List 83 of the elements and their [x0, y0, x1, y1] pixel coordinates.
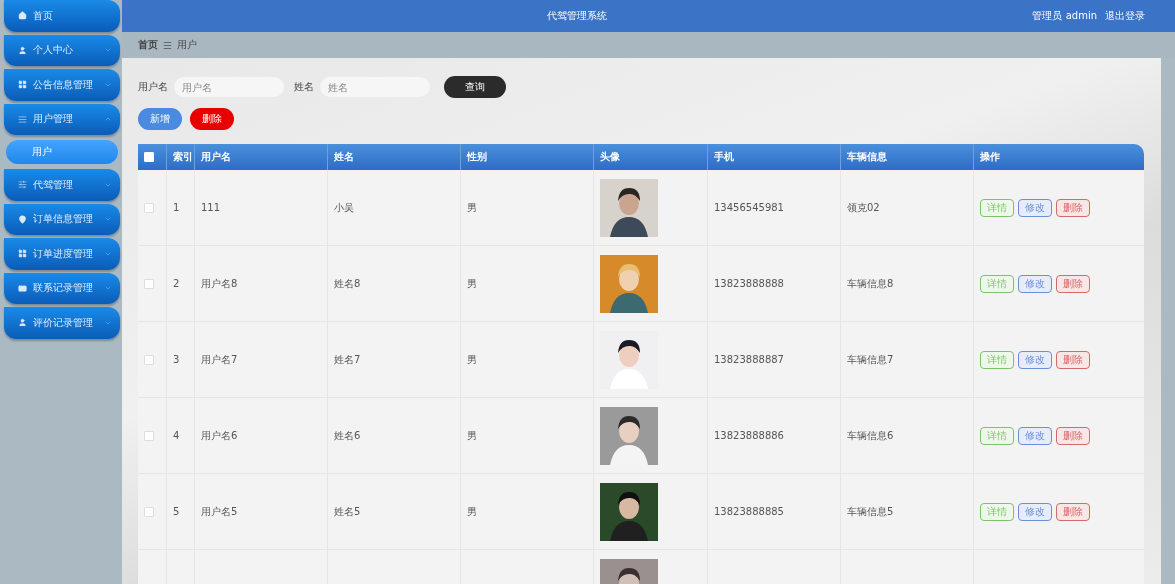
row-action-button[interactable]: 删除 [1056, 198, 1090, 217]
row-action-button[interactable]: 详情 [980, 502, 1014, 521]
table-cell: 姓名5 [334, 504, 361, 519]
user-label: 管理员 admin [1032, 9, 1097, 23]
table-cell: 车辆信息6 [847, 428, 894, 443]
menu-icon [18, 283, 27, 293]
app-title: 代驾管理系统 [546, 9, 609, 23]
table-cell: 男 [467, 352, 477, 367]
table-cell: 车辆信息5 [847, 504, 894, 519]
breadcrumb-separator: ☰ [163, 39, 172, 51]
breadcrumb-home[interactable]: 首页 [138, 38, 158, 52]
row-checkbox[interactable] [144, 354, 154, 365]
breadcrumb-current: 用户 [176, 38, 197, 52]
table-cell: 领克02 [847, 200, 880, 215]
table-cell: 用户名8 [201, 276, 238, 291]
table-cell: 小吴 [334, 200, 354, 215]
row-checkbox[interactable] [144, 506, 154, 517]
row-action-button[interactable]: 删除 [1056, 502, 1090, 521]
search-button[interactable]: 查询 [444, 76, 506, 98]
table-cell: 用户名6 [201, 428, 238, 443]
sidebar-item[interactable]: 订单进度管理 [4, 238, 120, 270]
row-checkbox[interactable] [144, 430, 154, 441]
table-cell: 13823888888 [714, 278, 784, 289]
sidebar-item[interactable]: 代驾管理 [4, 169, 120, 201]
menu-icon [18, 80, 27, 90]
table-cell: 5 [173, 506, 180, 517]
row-action-button[interactable]: 详情 [980, 198, 1014, 217]
sidebar-item[interactable]: 首页 [4, 0, 120, 32]
row-action-button[interactable]: 修改 [1018, 502, 1052, 521]
search-field[interactable]: 用户名 [174, 77, 284, 97]
row-checkbox[interactable] [144, 202, 154, 213]
delete-button[interactable]: 删除 [190, 108, 234, 130]
menu-icon [18, 45, 27, 55]
table-cell: 姓名7 [334, 352, 361, 367]
field-label: 用户名 [138, 80, 168, 94]
row-action-button[interactable]: 修改 [1018, 350, 1052, 369]
row-action-button[interactable]: 删除 [1056, 426, 1090, 445]
row-action-button[interactable]: 详情 [980, 350, 1014, 369]
table-cell: 111 [201, 202, 221, 213]
menu-icon [18, 180, 27, 190]
table-cell: 13456545981 [714, 202, 784, 213]
table-cell: 姓名8 [334, 276, 361, 291]
table-cell: 男 [467, 504, 477, 519]
sidebar-item[interactable]: 用户管理 [4, 103, 120, 135]
row-action-button[interactable]: 删除 [1056, 274, 1090, 293]
table-cell: 3 [173, 354, 180, 365]
row-action-button[interactable]: 修改 [1018, 198, 1052, 217]
menu-icon [18, 318, 27, 328]
table-cell: 车辆信息8 [847, 276, 894, 291]
table-cell: 用户名7 [201, 352, 238, 367]
table-cell: 男 [467, 428, 477, 443]
logout-link[interactable]: 退出登录 [1105, 9, 1145, 23]
table-cell: 13823888885 [714, 506, 784, 517]
row-checkbox[interactable] [144, 278, 154, 289]
menu-icon [18, 11, 27, 21]
table-cell: 13823888887 [714, 354, 784, 365]
table-cell: 男 [467, 276, 477, 291]
field-label: 姓名 [294, 80, 314, 94]
row-action-button[interactable]: 详情 [980, 426, 1014, 445]
sidebar-item[interactable]: 联系记录管理 [4, 272, 120, 304]
row-action-button[interactable]: 详情 [980, 274, 1014, 293]
menu-icon [18, 114, 27, 124]
table-cell: 1 [173, 202, 180, 213]
table-cell: 4 [173, 430, 180, 441]
table-cell: 用户名5 [201, 504, 238, 519]
sidebar-item[interactable]: 个人中心 [4, 34, 120, 66]
sidebar-subitem[interactable]: 用户 [6, 140, 118, 164]
search-field[interactable]: 姓名 [320, 77, 430, 97]
sidebar-item[interactable]: 评价记录管理 [4, 307, 120, 339]
table-cell: 车辆信息7 [847, 352, 894, 367]
add-button[interactable]: 新增 [138, 108, 182, 130]
table-cell: 姓名6 [334, 428, 361, 443]
menu-icon [18, 214, 27, 224]
sidebar-item[interactable]: 公告信息管理 [4, 69, 120, 101]
table-cell: 13823888886 [714, 430, 784, 441]
row-action-button[interactable]: 删除 [1056, 350, 1090, 369]
table-cell: 男 [467, 200, 477, 215]
menu-icon [18, 249, 27, 259]
select-all-checkbox[interactable] [144, 152, 154, 162]
table-cell: 2 [173, 278, 180, 289]
row-action-button[interactable]: 修改 [1018, 274, 1052, 293]
row-action-button[interactable]: 修改 [1018, 426, 1052, 445]
sidebar-item[interactable]: 订单信息管理 [4, 203, 120, 235]
